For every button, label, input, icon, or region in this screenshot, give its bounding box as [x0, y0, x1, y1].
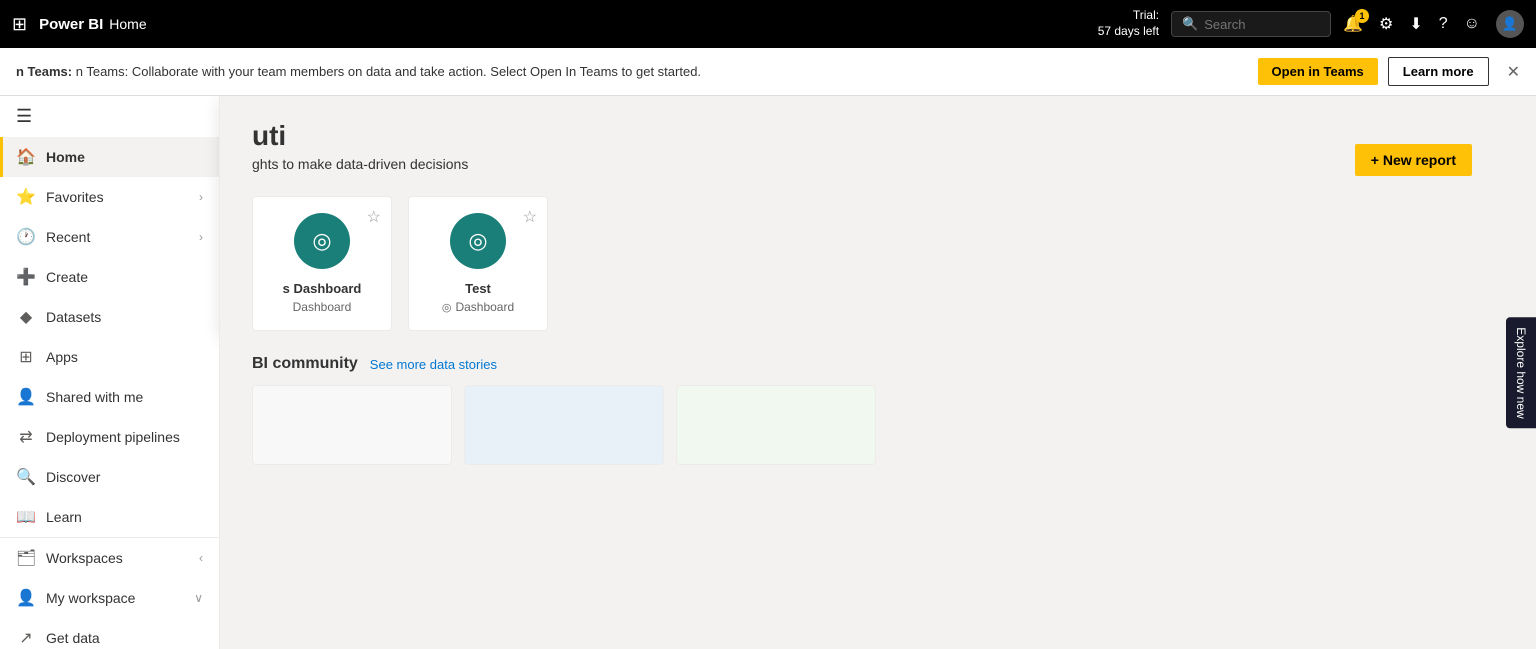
explore-panel[interactable]: Explore how new: [1506, 317, 1536, 428]
card-title-2: Test: [425, 281, 531, 296]
community-card-1[interactable]: [252, 385, 452, 465]
sidebar-item-get-data[interactable]: ↗ Get data: [0, 618, 219, 649]
recent-icon: 🕐: [16, 227, 36, 247]
see-more-stories-link[interactable]: See more data stories: [370, 357, 497, 372]
community-title: BI community: [252, 355, 358, 373]
banner: n Teams: n Teams: Collaborate with your …: [0, 48, 1536, 96]
sidebar-item-my-workspace[interactable]: 👤 My workspace ∨: [0, 578, 219, 618]
cards-row: ☆ ◎ s Dashboard Dashboard ☆ ◎ Test: [252, 196, 1504, 331]
shared-icon: 👤: [16, 387, 36, 407]
sidebar-bottom: 🗂 Workspaces ‹ 👤 My workspace ∨ ↗ Get da…: [0, 537, 219, 649]
star-icon[interactable]: ☆: [367, 207, 381, 227]
sidebar-item-shared-with-me[interactable]: 👤 Shared with me: [0, 377, 219, 417]
card-icon-1: ◎: [294, 213, 350, 269]
create-icon: ➕: [16, 267, 36, 287]
grid-icon[interactable]: ⊞: [12, 14, 27, 35]
chevron-left-icon: ‹: [199, 551, 203, 565]
sidebar-item-apps[interactable]: ⊞ Apps: [0, 337, 219, 377]
card-title-1: s Dashboard: [269, 281, 375, 296]
card-type-label-1: Dashboard: [293, 300, 352, 314]
sidebar-item-recent[interactable]: 🕐 Recent ›: [0, 217, 219, 257]
sidebar-item-create[interactable]: ➕ Create: [0, 257, 219, 297]
home-icon: 🏠: [16, 147, 36, 167]
community-card-3[interactable]: [676, 385, 876, 465]
avatar[interactable]: 👤: [1496, 10, 1524, 38]
get-data-icon: ↗: [16, 628, 36, 648]
topbar-icons: 🔔 1 ⚙ ⬇ ? ☺ 👤: [1343, 10, 1524, 38]
discover-icon: 🔍: [16, 467, 36, 487]
trial-info: Trial: 57 days left: [1098, 8, 1159, 39]
chevron-right-icon: ›: [199, 230, 203, 244]
dashboard-icon: ◎: [312, 228, 331, 254]
card-type-2: ◎ Dashboard: [425, 300, 531, 314]
dashboard-card-2[interactable]: ☆ ◎ Test ◎ Dashboard: [408, 196, 548, 331]
page-heading: uti: [252, 120, 1504, 152]
sidebar-item-learn[interactable]: 📖 Learn: [0, 497, 219, 537]
settings-icon[interactable]: ⚙: [1379, 14, 1393, 34]
community-card-2[interactable]: [464, 385, 664, 465]
page-subheading: ghts to make data-driven decisions: [252, 156, 1504, 172]
main-inner: uti ghts to make data-driven decisions +…: [220, 96, 1536, 489]
search-box[interactable]: 🔍: [1171, 11, 1331, 37]
learn-more-button[interactable]: Learn more: [1388, 57, 1489, 86]
sidebar-item-workspaces[interactable]: 🗂 Workspaces ‹: [0, 538, 219, 578]
new-report-button[interactable]: + New report: [1355, 144, 1472, 176]
sidebar-item-deployment-pipelines[interactable]: ⇄ Deployment pipelines: [0, 417, 219, 457]
apps-icon: ⊞: [16, 347, 36, 367]
chevron-right-icon: ›: [199, 190, 203, 204]
community-section: BI community See more data stories: [252, 355, 1504, 465]
help-icon[interactable]: ?: [1439, 15, 1448, 33]
search-input[interactable]: [1204, 17, 1320, 32]
main-content: uti ghts to make data-driven decisions +…: [220, 96, 1536, 649]
sidebar-toggle[interactable]: ☰: [0, 96, 219, 137]
workspaces-icon: 🗂: [16, 548, 36, 568]
banner-close-icon[interactable]: ✕: [1507, 62, 1520, 82]
dashboard-icon-2: ◎: [468, 228, 487, 254]
download-icon[interactable]: ⬇: [1409, 14, 1422, 34]
community-header: BI community See more data stories: [252, 355, 1504, 373]
card-type-label-2: Dashboard: [455, 300, 514, 314]
my-workspace-icon: 👤: [16, 588, 36, 608]
layout: ☰ 🏠 Home ⭐ Favorites › 🕐 Recent › ➕ Crea…: [0, 96, 1536, 649]
banner-text: n Teams: n Teams: Collaborate with your …: [16, 64, 1248, 79]
sidebar: ☰ 🏠 Home ⭐ Favorites › 🕐 Recent › ➕ Crea…: [0, 96, 220, 649]
brand: Power BI Home: [39, 16, 147, 33]
account-icon[interactable]: ☺: [1464, 15, 1480, 33]
chevron-down-icon: ∨: [194, 591, 203, 605]
datasets-icon: ◆: [16, 307, 36, 327]
topbar: ⊞ Power BI Home Trial: 57 days left 🔍 🔔 …: [0, 0, 1536, 48]
sidebar-item-home[interactable]: 🏠 Home: [0, 137, 219, 177]
card-icon-2: ◎: [450, 213, 506, 269]
favorites-icon: ⭐: [16, 187, 36, 207]
community-cards: [252, 385, 1504, 465]
notification-badge: 1: [1355, 9, 1369, 23]
brand-name: Power BI: [39, 16, 103, 33]
search-icon: 🔍: [1182, 16, 1198, 32]
open-in-teams-button[interactable]: Open in Teams: [1258, 58, 1378, 85]
card-type-1: Dashboard: [269, 300, 375, 314]
card-type-icon-2: ◎: [442, 301, 452, 314]
star-icon-2[interactable]: ☆: [523, 207, 537, 227]
notifications-icon[interactable]: 🔔 1: [1343, 14, 1363, 34]
topbar-page: Home: [109, 16, 146, 32]
pipelines-icon: ⇄: [16, 427, 36, 447]
sidebar-item-datasets[interactable]: ◆ Datasets: [0, 297, 219, 337]
sidebar-item-favorites[interactable]: ⭐ Favorites ›: [0, 177, 219, 217]
learn-icon: 📖: [16, 507, 36, 527]
sidebar-item-discover[interactable]: 🔍 Discover: [0, 457, 219, 497]
dashboard-card-1[interactable]: ☆ ◎ s Dashboard Dashboard: [252, 196, 392, 331]
